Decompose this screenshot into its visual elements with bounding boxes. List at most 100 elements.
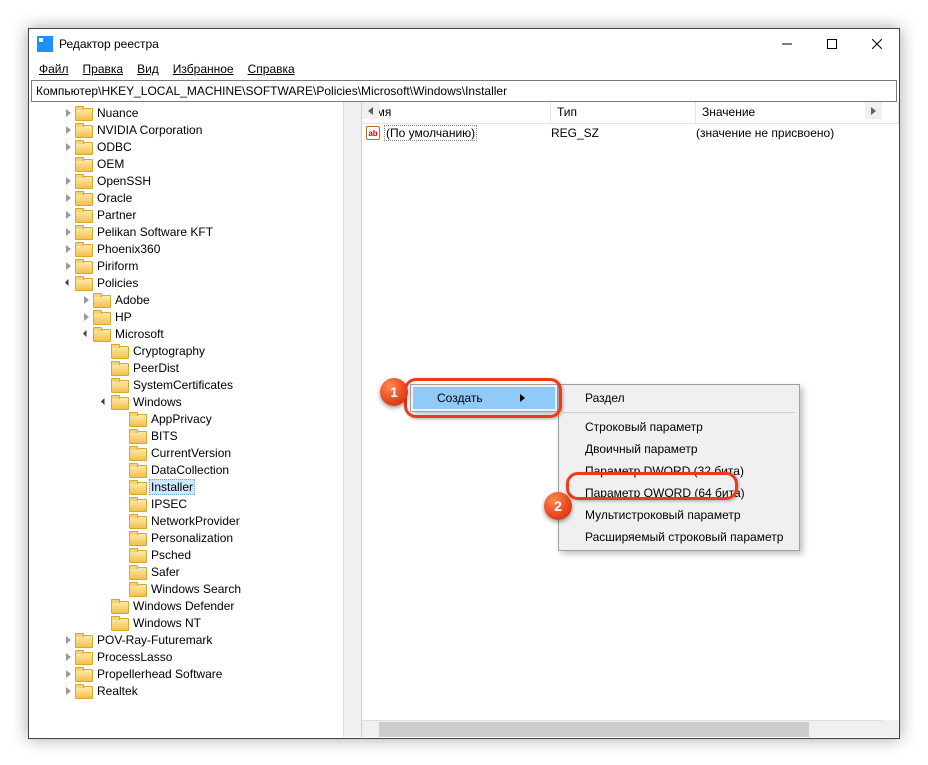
tree-twisty-icon[interactable] bbox=[61, 653, 75, 661]
tree-twisty-icon[interactable] bbox=[61, 687, 75, 695]
tree-twisty-icon[interactable] bbox=[61, 245, 75, 253]
tree-twisty-icon[interactable] bbox=[97, 399, 111, 404]
context-item-create[interactable]: Создать bbox=[413, 387, 555, 409]
submenu-item-key[interactable]: Раздел bbox=[561, 387, 797, 409]
tree-twisty-icon[interactable] bbox=[61, 280, 75, 285]
list-hscroll-left[interactable] bbox=[362, 102, 379, 119]
tree-item[interactable]: Phoenix360 bbox=[29, 240, 361, 257]
tree-item[interactable]: OEM bbox=[29, 155, 361, 172]
tree-item[interactable]: Windows Search bbox=[29, 580, 361, 597]
tree-item[interactable]: Personalization bbox=[29, 529, 361, 546]
tree-twisty-icon[interactable] bbox=[61, 109, 75, 117]
tree-item[interactable]: CurrentVersion bbox=[29, 444, 361, 461]
list-hscroll[interactable] bbox=[362, 720, 882, 737]
tree-item[interactable]: PeerDist bbox=[29, 359, 361, 376]
tree-item[interactable]: IPSEC bbox=[29, 495, 361, 512]
tree-item[interactable]: Cryptography bbox=[29, 342, 361, 359]
tree-item[interactable]: Propellerhead Software bbox=[29, 665, 361, 682]
list-hscroll-thumb[interactable] bbox=[379, 722, 809, 737]
tree-scroll-up[interactable] bbox=[345, 102, 360, 119]
tree-twisty-icon[interactable] bbox=[79, 331, 93, 336]
tree-item[interactable]: AppPrivacy bbox=[29, 410, 361, 427]
list-row[interactable]: ab (По умолчанию) REG_SZ (значение не пр… bbox=[362, 124, 899, 142]
tree-item[interactable]: Pelikan Software KFT bbox=[29, 223, 361, 240]
tree-label: BITS bbox=[149, 429, 180, 443]
minimize-button[interactable] bbox=[764, 29, 809, 59]
tree-item[interactable]: OpenSSH bbox=[29, 172, 361, 189]
tree-item[interactable]: NVIDIA Corporation bbox=[29, 121, 361, 138]
folder-icon bbox=[129, 548, 145, 561]
submenu-item-expand[interactable]: Расширяемый строковый параметр bbox=[561, 526, 797, 548]
tree-item[interactable]: Partner bbox=[29, 206, 361, 223]
menu-favorites[interactable]: Избранное bbox=[167, 61, 240, 77]
tree-item[interactable]: Installer bbox=[29, 478, 361, 495]
tree-item[interactable]: SystemCertificates bbox=[29, 376, 361, 393]
tree-twisty-icon[interactable] bbox=[61, 262, 75, 270]
tree-twisty-icon[interactable] bbox=[61, 670, 75, 678]
tree-item[interactable]: DataCollection bbox=[29, 461, 361, 478]
submenu-separator bbox=[563, 412, 795, 413]
tree-label: Adobe bbox=[113, 293, 152, 307]
tree-twisty-icon[interactable] bbox=[79, 313, 93, 321]
tree-label: Realtek bbox=[95, 684, 140, 698]
folder-icon bbox=[129, 514, 145, 527]
tree-item[interactable]: NetworkProvider bbox=[29, 512, 361, 529]
submenu-item-multi[interactable]: Мультистроковый параметр bbox=[561, 504, 797, 526]
folder-icon bbox=[129, 497, 145, 510]
maximize-button[interactable] bbox=[809, 29, 854, 59]
menu-edit[interactable]: Правка bbox=[77, 61, 130, 77]
tree-item[interactable]: Windows NT bbox=[29, 614, 361, 631]
tree-label: Personalization bbox=[149, 531, 235, 545]
tree-twisty-icon[interactable] bbox=[79, 296, 93, 304]
tree-item[interactable]: BITS bbox=[29, 427, 361, 444]
tree-twisty-icon[interactable] bbox=[61, 211, 75, 219]
tree-twisty-icon[interactable] bbox=[61, 228, 75, 236]
submenu-item-binary[interactable]: Двоичный параметр bbox=[561, 438, 797, 460]
tree-item[interactable]: ODBC bbox=[29, 138, 361, 155]
tree-label: SystemCertificates bbox=[131, 378, 235, 392]
tree-scroll-down[interactable] bbox=[345, 720, 360, 737]
tree-scroll-thumb[interactable] bbox=[345, 120, 360, 370]
tree-twisty-icon[interactable] bbox=[61, 636, 75, 644]
col-name[interactable]: Имя bbox=[362, 102, 551, 123]
tree-item[interactable]: Oracle bbox=[29, 189, 361, 206]
menu-view[interactable]: Вид bbox=[131, 61, 165, 77]
tree-twisty-icon[interactable] bbox=[61, 194, 75, 202]
folder-icon bbox=[75, 225, 91, 238]
tree-label: NVIDIA Corporation bbox=[95, 123, 204, 137]
tree-item[interactable]: Realtek bbox=[29, 682, 361, 699]
address-bar[interactable]: Компьютер\HKEY_LOCAL_MACHINE\SOFTWARE\Po… bbox=[31, 80, 897, 102]
folder-icon bbox=[111, 616, 127, 629]
tree-item[interactable]: Windows Defender bbox=[29, 597, 361, 614]
tree-twisty-icon[interactable] bbox=[61, 126, 75, 134]
tree-item[interactable]: Psched bbox=[29, 546, 361, 563]
menu-help[interactable]: Справка bbox=[242, 61, 301, 77]
tree-item[interactable]: Policies bbox=[29, 274, 361, 291]
menu-file[interactable]: Файл bbox=[33, 61, 75, 77]
tree-twisty-icon[interactable] bbox=[61, 143, 75, 151]
submenu-item-qword[interactable]: Параметр QWORD (64 бита) bbox=[561, 482, 797, 504]
submenu-item-dword[interactable]: Параметр DWORD (32 бита) bbox=[561, 460, 797, 482]
list-hscroll-right[interactable] bbox=[865, 102, 882, 119]
tree-item[interactable]: HP bbox=[29, 308, 361, 325]
tree-item[interactable]: Nuance bbox=[29, 104, 361, 121]
tree-item[interactable]: Safer bbox=[29, 563, 361, 580]
folder-icon bbox=[75, 208, 91, 221]
tree-item[interactable]: Microsoft bbox=[29, 325, 361, 342]
tree-item[interactable]: Piriform bbox=[29, 257, 361, 274]
close-button[interactable] bbox=[854, 29, 899, 59]
tree-label: PeerDist bbox=[131, 361, 181, 375]
tree-label: ODBC bbox=[95, 140, 134, 154]
submenu-item-string[interactable]: Строковый параметр bbox=[561, 416, 797, 438]
tree-pane[interactable]: Nuance NVIDIA Corporation ODBCOEMOpenSSHOr… bbox=[29, 102, 362, 737]
col-type[interactable]: Тип bbox=[551, 102, 696, 123]
tree-item[interactable]: ProcessLasso bbox=[29, 648, 361, 665]
tree-label: Nuance bbox=[95, 106, 140, 120]
tree-label: NetworkProvider bbox=[149, 514, 242, 528]
tree-item[interactable]: Adobe bbox=[29, 291, 361, 308]
folder-icon bbox=[75, 123, 91, 136]
tree-twisty-icon[interactable] bbox=[61, 177, 75, 185]
folder-icon bbox=[75, 633, 91, 646]
tree-item[interactable]: Windows bbox=[29, 393, 361, 410]
tree-item[interactable]: POV-Ray-Futuremark bbox=[29, 631, 361, 648]
